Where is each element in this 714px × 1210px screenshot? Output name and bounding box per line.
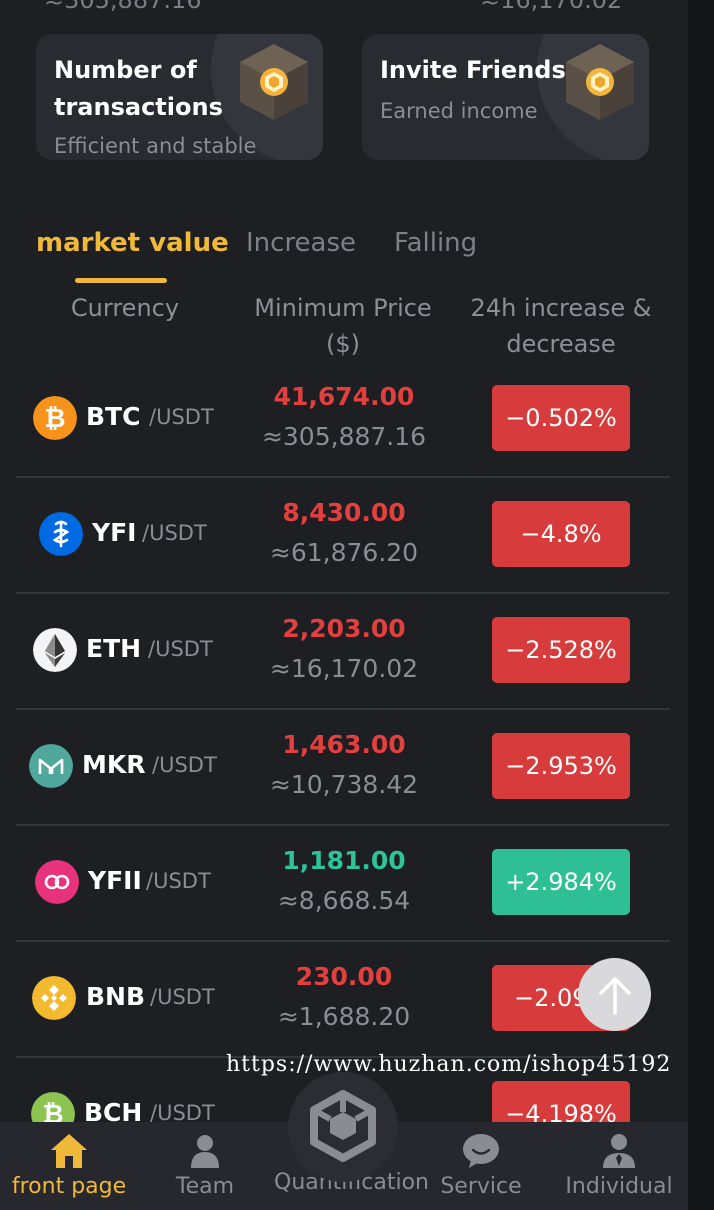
change-badge: −4.8% [492, 501, 630, 567]
change-badge: +2.984% [492, 849, 630, 915]
coin-approx-value: ≈61,876.20 [269, 538, 419, 567]
change-badge: −0.502% [492, 385, 630, 451]
coin-pair: /USDT [142, 521, 207, 545]
tab-market-value[interactable]: market value [36, 228, 229, 258]
tab-individual[interactable]: Individual [550, 1122, 688, 1210]
coin-pair: /USDT [149, 405, 214, 429]
header-min-price: Minimum Price ($) [254, 294, 432, 358]
tab-service[interactable]: Service [412, 1122, 550, 1210]
market-row-yfi[interactable]: YFI /USDT 8,430.00 ≈61,876.20 −4.8% [16, 476, 670, 594]
coin-symbol: YFI [92, 518, 137, 547]
tab-team[interactable]: Team [136, 1122, 274, 1210]
coin-price: 1,181.00 [282, 846, 406, 875]
coin-price: 230.00 [295, 962, 393, 991]
yfii-icon [35, 860, 79, 904]
tab-front-page[interactable]: front page [0, 1122, 138, 1210]
previous-card-values: ≈305,887.16 ≈16,170.02 [0, 0, 688, 16]
quantification-button[interactable] [288, 1072, 398, 1182]
tab-increase[interactable]: Increase [246, 228, 356, 258]
tab-label: Service [440, 1174, 522, 1199]
coin-price: 2,203.00 [282, 614, 406, 643]
tab-label: Team [175, 1174, 235, 1199]
transactions-card[interactable]: Number of transactions Efficient and sta… [36, 34, 323, 160]
tab-label: Individual [565, 1174, 673, 1199]
previous-value-left: ≈305,887.16 [44, 0, 202, 14]
market-row-yfii[interactable]: YFII /USDT 1,181.00 ≈8,668.54 +2.984% [16, 824, 670, 942]
btc-icon: ₿ [33, 396, 77, 440]
invite-friends-card[interactable]: Invite Friends Earned income [362, 34, 649, 160]
coin-price: 1,463.00 [282, 730, 406, 759]
scrollbar-track [688, 0, 714, 1210]
card-subtitle: Efficient and stable income [54, 134, 257, 158]
coin-symbol: BNB [86, 982, 146, 1011]
coin-approx-value: ≈16,170.02 [269, 654, 419, 683]
coin-approx-value: ≈10,738.42 [269, 770, 419, 799]
change-badge: −2.528% [492, 617, 630, 683]
coin-price: 8,430.00 [282, 498, 406, 527]
svg-text:₿: ₿ [44, 404, 65, 434]
market-row-mkr[interactable]: MKR /USDT 1,463.00 ≈10,738.42 −2.953% [16, 708, 670, 826]
change-badge: −2.953% [492, 733, 630, 799]
coin-approx-value: ≈305,887.16 [261, 422, 427, 451]
quantification-icon [310, 1090, 376, 1162]
coin-symbol: ETH [86, 634, 142, 663]
market-row-eth[interactable]: ETH /USDT 2,203.00 ≈16,170.02 −2.528% [16, 592, 670, 710]
tab-falling[interactable]: Falling [394, 228, 477, 258]
home-icon [51, 1134, 87, 1168]
arrow-up-icon [598, 976, 631, 1015]
market-page: ≈305,887.16 ≈16,170.02 Number of transac… [0, 0, 688, 1210]
coin-approx-value: ≈1,688.20 [277, 1002, 411, 1031]
card-title: Invite Friends [380, 56, 566, 84]
market-row-btc[interactable]: ₿ BTC /USDT 41,674.00 ≈305,887.16 −0.502… [16, 360, 670, 478]
yfi-icon [39, 512, 83, 556]
tab-label: front page [11, 1174, 127, 1199]
service-icon [463, 1134, 499, 1168]
market-row-bnb[interactable]: BNB /USDT 230.00 ≈1,688.20 −2.09 [16, 940, 670, 1058]
coin-pair: /USDT [152, 753, 217, 777]
eth-icon [33, 628, 77, 672]
coin-approx-value: ≈8,668.54 [277, 886, 411, 915]
user-icon [603, 1134, 635, 1168]
coin-symbol: YFII [88, 866, 142, 895]
mkr-icon [29, 744, 73, 788]
coin-symbol: MKR [82, 750, 146, 779]
bnb-icon [32, 976, 76, 1020]
header-24h-change: 24h increase & decrease [470, 294, 652, 358]
team-icon [191, 1135, 219, 1168]
card-title: Number of transactions [54, 56, 223, 121]
active-tab-underline [75, 278, 167, 283]
coin-symbol: BTC [86, 402, 141, 431]
coin-pair: /USDT [148, 637, 213, 661]
coin-pair: /USDT [146, 869, 211, 893]
header-currency: Currency [70, 294, 180, 322]
coin-pair: /USDT [150, 985, 215, 1009]
coin-price: 41,674.00 [273, 382, 415, 411]
market-tabs: market value Increase Falling [0, 228, 688, 288]
card-subtitle: Earned income [380, 99, 538, 123]
previous-value-right: ≈16,170.02 [480, 0, 623, 14]
scroll-to-top-button[interactable] [578, 958, 651, 1031]
